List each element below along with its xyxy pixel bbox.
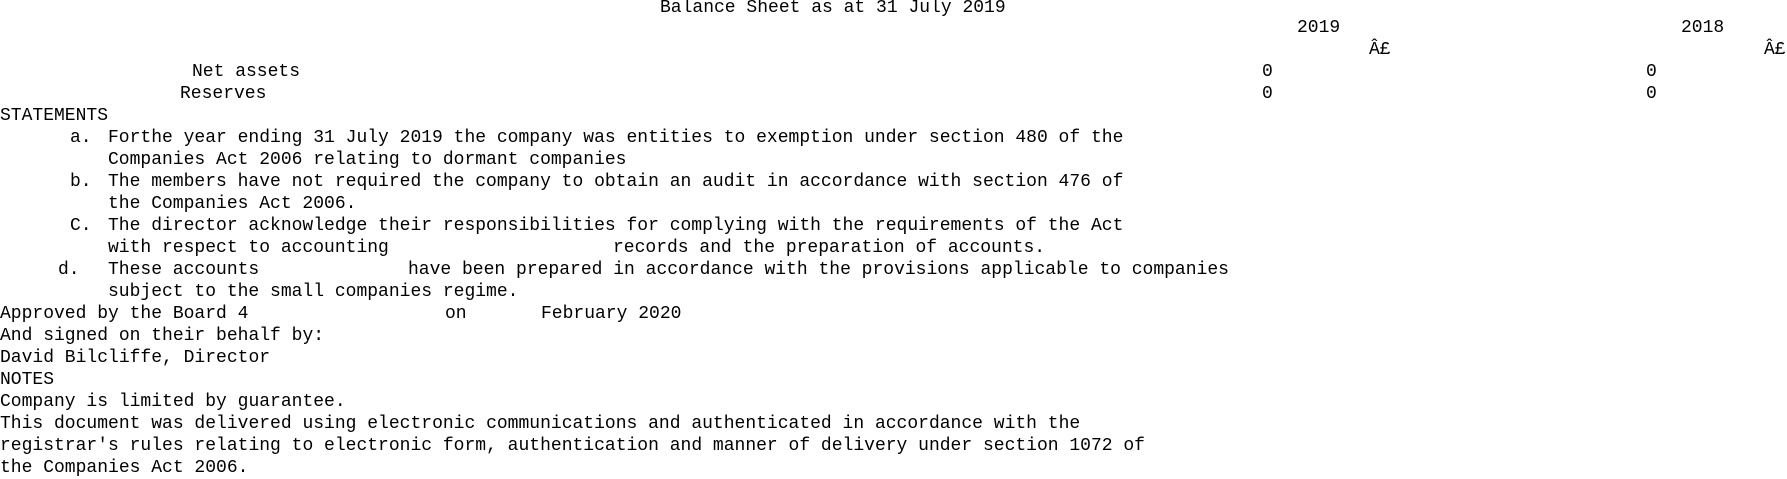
balance-row-value-2018: 0 xyxy=(1646,84,1657,104)
approval-line-part1: Approved by the Board 4 xyxy=(0,304,249,324)
approval-line-part2: on xyxy=(445,304,467,324)
statement-marker-b: b. xyxy=(70,172,92,192)
statement-marker-c: C. xyxy=(70,216,92,236)
statement-d-line1-part2: have been prepared in accordance with th… xyxy=(408,260,1229,280)
column-year-2018: 2018 xyxy=(1681,18,1725,38)
currency-2019: Â£ xyxy=(1369,40,1391,60)
balance-row-value-2019: 0 xyxy=(1262,84,1273,104)
notes-line: Company is limited by guarantee. xyxy=(0,392,346,412)
approval-line-part3: February 2020 xyxy=(541,304,682,324)
statements-heading: STATEMENTS xyxy=(0,106,109,126)
notes-line: This document was delivered using electr… xyxy=(0,414,1081,434)
signatory: David Bilcliffe, Director xyxy=(0,348,271,368)
notes-heading: NOTES xyxy=(0,370,55,390)
statement-c-line2-part2: records and the preparation of accounts. xyxy=(613,238,1046,258)
column-year-2019: 2019 xyxy=(1297,18,1341,38)
notes-line: the Companies Act 2006. xyxy=(0,458,249,478)
statement-marker-a: a. xyxy=(70,128,92,148)
signed-line: And signed on their behalf by: xyxy=(0,326,325,346)
balance-row-label: Net assets xyxy=(192,62,301,82)
statement-a-line1: Forthe year ending 31 July 2019 the comp… xyxy=(108,128,1124,148)
notes-line: registrar's rules relating to electronic… xyxy=(0,436,1145,456)
statement-d-line1-part1: These accounts xyxy=(108,260,260,280)
page-title: Balance Sheet as at 31 July 2019 xyxy=(660,0,1006,18)
statement-a-line2: Companies Act 2006 relating to dormant c… xyxy=(108,150,627,170)
balance-row-value-2019: 0 xyxy=(1262,62,1273,82)
statement-b-line1: The members have not required the compan… xyxy=(108,172,1124,192)
statement-marker-d: d. xyxy=(58,260,80,280)
statement-c-line2-part1: with respect to accounting xyxy=(108,238,389,258)
statement-b-line2: the Companies Act 2006. xyxy=(108,194,357,214)
statement-c-line1: The director acknowledge their responsib… xyxy=(108,216,1124,236)
statement-d-line2: subject to the small companies regime. xyxy=(108,282,519,302)
currency-2018: Â£ xyxy=(1764,40,1786,60)
balance-row-value-2018: 0 xyxy=(1646,62,1657,82)
balance-row-label: Reserves xyxy=(180,84,267,104)
